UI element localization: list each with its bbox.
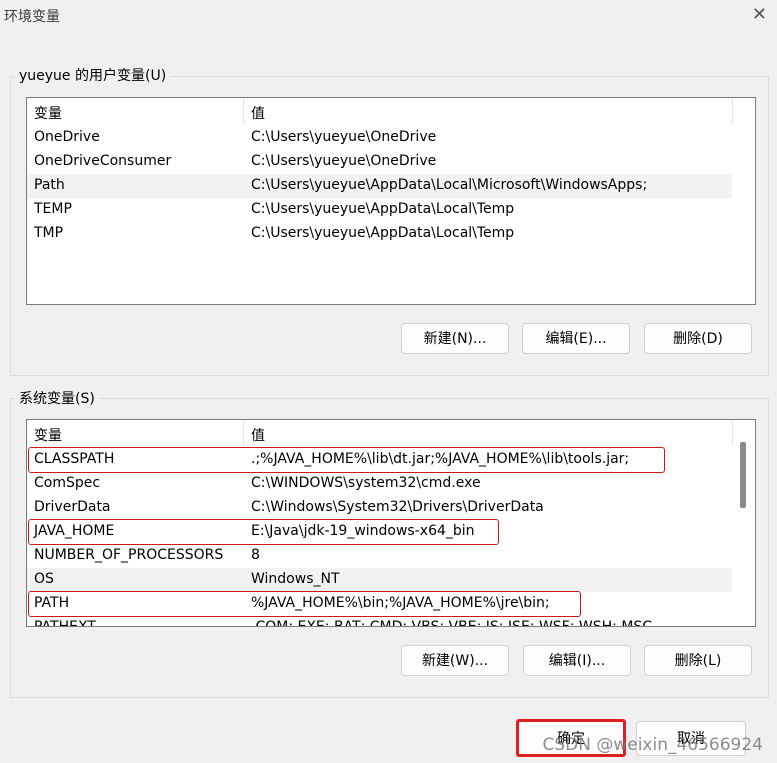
system-delete-button[interactable]: 删除(L) — [644, 645, 752, 676]
system-new-button[interactable]: 新建(W)... — [401, 645, 509, 676]
list-item[interactable]: DriverData C:\Windows\System32\Drivers\D… — [27, 496, 732, 520]
highlight-classpath — [28, 447, 665, 473]
col-header-value[interactable]: 值 — [251, 103, 265, 123]
var-name: TMP — [34, 225, 64, 241]
list-item[interactable]: ComSpec C:\WINDOWS\system32\cmd.exe — [27, 472, 732, 496]
system-vars-header: 变量 值 — [27, 420, 755, 446]
var-value: C:\Users\yueyue\AppData\Local\Temp — [251, 201, 515, 217]
title-bar: 环境变量 ✕ — [0, 0, 777, 32]
col-separator[interactable] — [243, 420, 244, 446]
var-value: .COM;.EXE;.BAT;.CMD;.VBS;.VBE;.JS;.JSE;.… — [251, 619, 653, 627]
var-value: C:\Users\yueyue\AppData\Local\Microsoft\… — [251, 177, 648, 193]
col-header-name[interactable]: 变量 — [34, 103, 62, 123]
list-item[interactable]: OneDrive C:\Users\yueyue\OneDrive — [27, 126, 732, 150]
list-item-selected[interactable]: Path C:\Users\yueyue\AppData\Local\Micro… — [27, 174, 732, 198]
var-name: DriverData — [34, 499, 111, 515]
col-separator[interactable] — [732, 420, 733, 446]
var-value: C:\Users\yueyue\AppData\Local\Temp — [251, 225, 515, 241]
var-value: Windows_NT — [251, 571, 340, 587]
list-item[interactable]: OneDriveConsumer C:\Users\yueyue\OneDriv… — [27, 150, 732, 174]
var-name: OS — [34, 571, 54, 587]
highlight-path — [28, 591, 581, 617]
var-name: TEMP — [34, 201, 72, 217]
var-value: C:\Users\yueyue\OneDrive — [251, 129, 437, 145]
var-value: 8 — [251, 547, 260, 563]
var-name: NUMBER_OF_PROCESSORS — [34, 547, 224, 563]
col-separator[interactable] — [732, 98, 733, 124]
system-vars-label: 系统变量(S) — [15, 388, 99, 408]
close-icon[interactable]: ✕ — [752, 4, 767, 25]
window-title: 环境变量 — [4, 9, 60, 25]
var-name: ComSpec — [34, 475, 101, 491]
var-name: PATHEXT — [34, 619, 96, 627]
list-item[interactable]: TEMP C:\Users\yueyue\AppData\Local\Temp — [27, 198, 732, 222]
list-item[interactable]: TMP C:\Users\yueyue\AppData\Local\Temp — [27, 222, 732, 246]
var-value: C:\Users\yueyue\OneDrive — [251, 153, 437, 169]
col-header-value[interactable]: 值 — [251, 425, 265, 445]
vertical-scrollbar[interactable] — [735, 420, 753, 624]
watermark: CSDN @weixin_46566924 — [542, 735, 763, 755]
var-name: OneDriveConsumer — [34, 153, 172, 169]
system-edit-button[interactable]: 编辑(I)... — [523, 645, 631, 676]
scrollbar-thumb[interactable] — [740, 442, 746, 508]
user-edit-button[interactable]: 编辑(E)... — [522, 323, 630, 354]
var-name: OneDrive — [34, 129, 100, 145]
var-name: Path — [34, 177, 65, 193]
user-vars-label: yueyue 的用户变量(U) — [15, 65, 171, 85]
list-item-selected[interactable]: OS Windows_NT — [27, 568, 732, 592]
highlight-java-home — [28, 519, 499, 545]
user-vars-header: 变量 值 — [27, 98, 755, 124]
list-item[interactable]: NUMBER_OF_PROCESSORS 8 — [27, 544, 732, 568]
list-item[interactable]: PATHEXT .COM;.EXE;.BAT;.CMD;.VBS;.VBE;.J… — [27, 616, 732, 627]
var-value: C:\Windows\System32\Drivers\DriverData — [251, 499, 544, 515]
user-new-button[interactable]: 新建(N)... — [401, 323, 509, 354]
user-delete-button[interactable]: 删除(D) — [644, 323, 752, 354]
var-value: C:\WINDOWS\system32\cmd.exe — [251, 475, 481, 491]
col-header-name[interactable]: 变量 — [34, 425, 62, 445]
user-vars-list[interactable]: 变量 值 OneDrive C:\Users\yueyue\OneDrive O… — [26, 97, 756, 305]
col-separator[interactable] — [243, 98, 244, 124]
